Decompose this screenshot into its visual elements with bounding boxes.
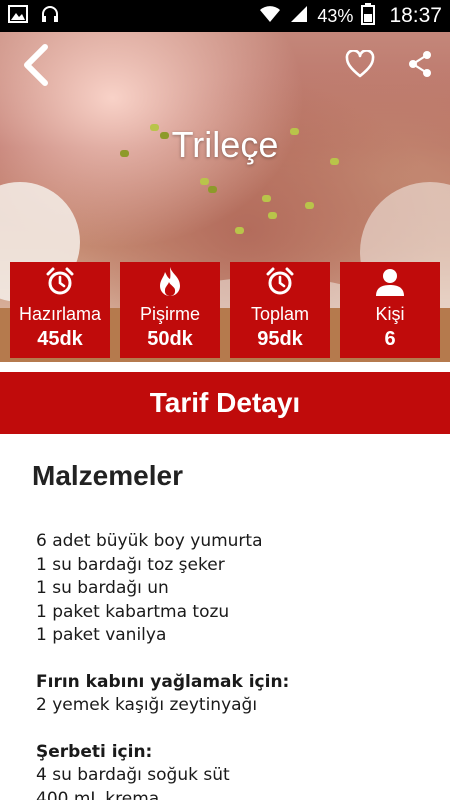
ingredient-item: 1 su bardağı un	[36, 578, 169, 598]
ingredient-group-header: Şerbeti için:	[36, 741, 153, 762]
alarm-clock-icon	[230, 266, 330, 298]
chevron-left-icon	[24, 44, 48, 86]
ingredients-list: 6 adet büyük boy yumurta 1 su bardağı to…	[36, 530, 426, 800]
flame-icon	[120, 266, 220, 298]
back-button[interactable]	[14, 40, 58, 90]
ingredient-item: 6 adet büyük boy yumurta	[36, 531, 263, 551]
gallery-notification-icon	[8, 4, 28, 28]
stat-label: Toplam	[250, 304, 310, 324]
share-button[interactable]	[402, 46, 438, 82]
section-title: Tarif Detayı	[149, 387, 301, 418]
stat-card-cooking: Pişirme 50dk	[120, 262, 220, 358]
stat-card-servings: Kişi 6	[340, 262, 440, 358]
status-bar: 43% 18:37	[0, 0, 450, 32]
ingredient-item: 2 yemek kaşığı zeytinyağı	[36, 695, 258, 715]
stat-value: 50dk	[147, 328, 193, 350]
ingredient-item: 4 su bardağı soğuk süt	[36, 765, 230, 785]
clock-time: 18:37	[389, 4, 442, 27]
ingredient-item: 1 su bardağı toz şeker	[36, 554, 225, 575]
ingredient-group: 6 adet büyük boy yumurta 1 su bardağı to…	[36, 530, 426, 648]
recipe-details-header: Tarif Detayı	[0, 372, 450, 434]
heart-icon	[345, 50, 375, 78]
stat-label: Pişirme	[139, 304, 200, 324]
ingredient-item: 400 mL krema	[36, 788, 160, 800]
stat-label: Kişi	[375, 304, 405, 324]
battery-percent: 43%	[317, 5, 354, 26]
recipe-title: Trileçe	[171, 124, 279, 165]
recipe-content: Malzemeler 6 adet büyük boy yumurta 1 su…	[0, 434, 450, 800]
stat-value: 95dk	[257, 328, 303, 350]
alarm-clock-icon	[10, 266, 110, 298]
ingredients-title: Malzemeler	[32, 460, 183, 491]
battery-icon	[361, 2, 376, 30]
wifi-icon	[259, 5, 281, 28]
stat-card-preparation: Hazırlama 45dk	[10, 262, 110, 358]
ingredient-group-header: Fırın kabını yağlamak için:	[36, 671, 290, 692]
favorite-button[interactable]	[342, 46, 378, 82]
person-icon	[340, 266, 440, 298]
ingredient-item: 1 paket vanilya	[36, 625, 167, 645]
ingredient-item: 1 paket kabartma tozu	[36, 601, 230, 622]
stat-label: Hazırlama	[18, 304, 102, 324]
stat-value: 6	[384, 328, 396, 350]
headphones-notification-icon	[40, 5, 60, 28]
stat-value: 45dk	[37, 328, 83, 350]
ingredient-group: Şerbeti için: 4 su bardağı soğuk süt 400…	[36, 741, 426, 800]
share-icon	[409, 51, 431, 77]
signal-icon	[289, 5, 309, 28]
ingredient-group: Fırın kabını yağlamak için: 2 yemek kaşı…	[36, 671, 426, 718]
stat-card-total: Toplam 95dk	[230, 262, 330, 358]
